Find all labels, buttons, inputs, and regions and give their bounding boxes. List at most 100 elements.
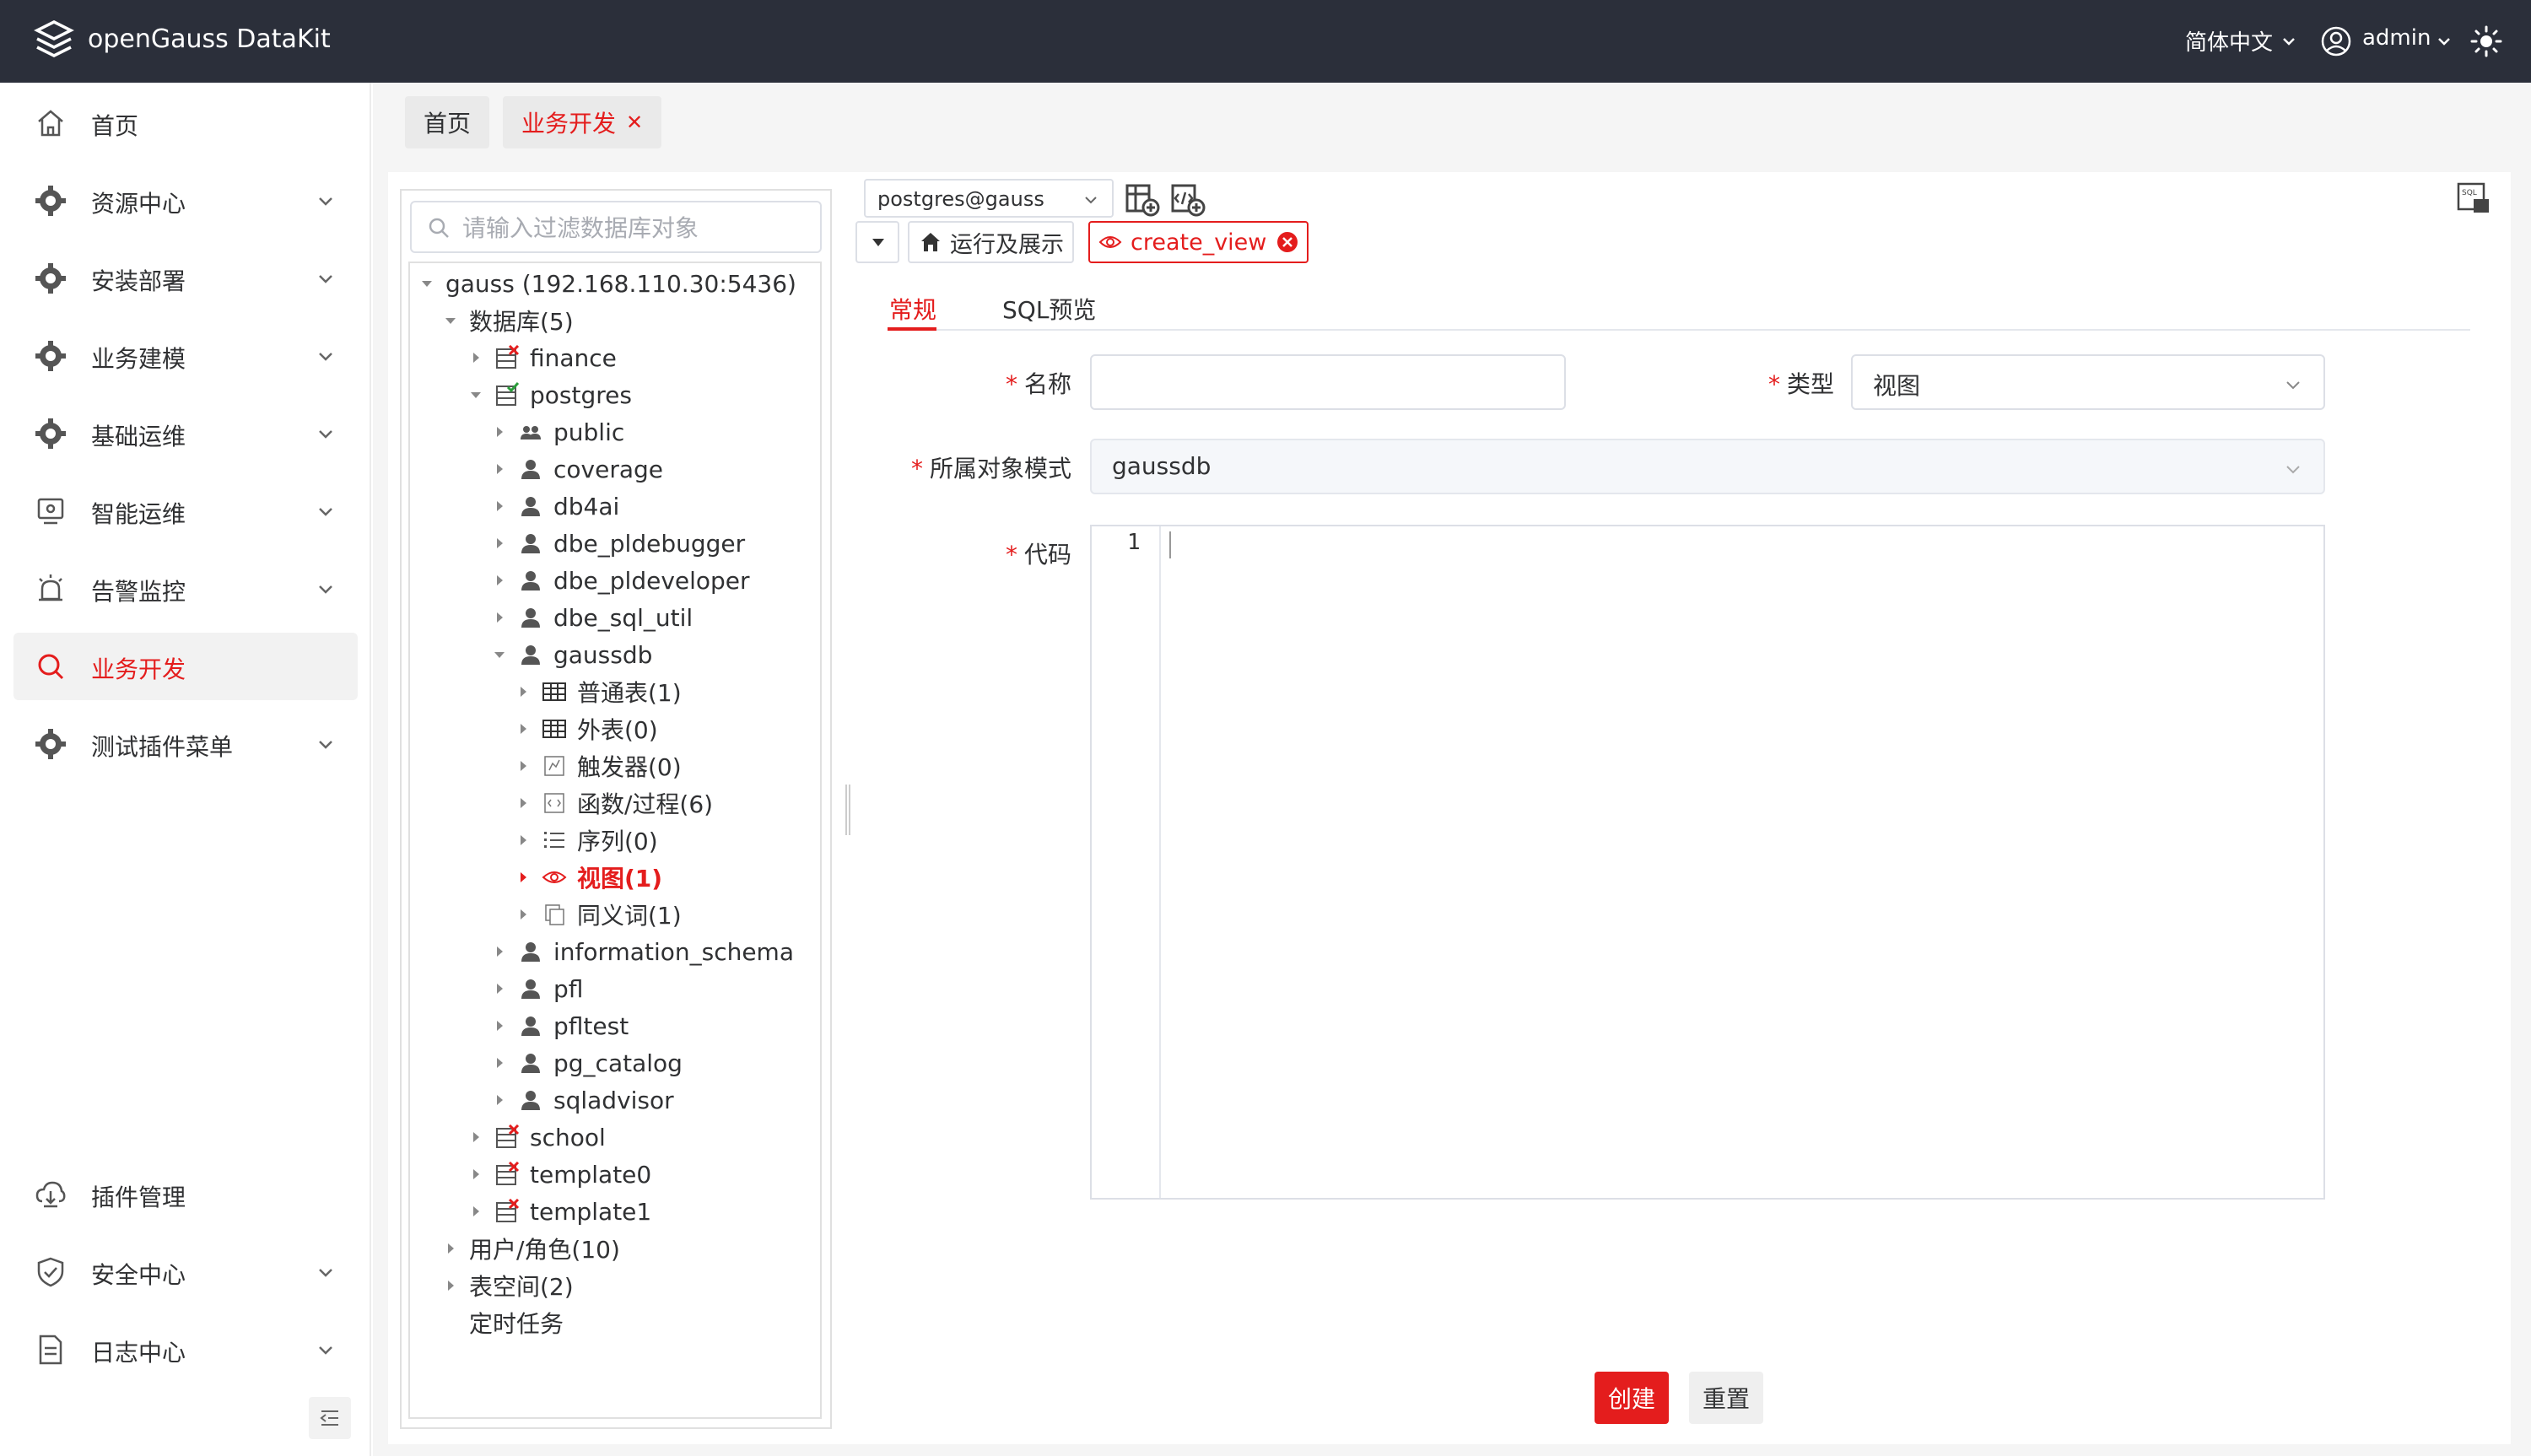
- theme-toggle-icon[interactable]: [2470, 25, 2502, 57]
- pane-splitter[interactable]: [845, 785, 850, 835]
- caret-right-icon[interactable]: [489, 422, 510, 442]
- tree-node[interactable]: coverage: [489, 452, 663, 486]
- sql-panel-icon[interactable]: SQL: [2455, 179, 2492, 216]
- tree-node[interactable]: 函数/过程(6): [513, 786, 713, 820]
- tree-node[interactable]: 序列(0): [513, 823, 658, 857]
- sidebar-item[interactable]: 智能运维: [13, 477, 358, 545]
- tab-menu-button[interactable]: [855, 221, 899, 263]
- user-menu[interactable]: admin: [2362, 25, 2431, 51]
- close-icon[interactable]: ✕: [626, 111, 643, 134]
- subtab-general[interactable]: 常规: [889, 292, 936, 326]
- sidebar-item[interactable]: 业务建模: [13, 322, 358, 390]
- sidebar-item[interactable]: 基础运维: [13, 400, 358, 467]
- code-editor[interactable]: 1: [1090, 525, 2325, 1200]
- sidebar-item[interactable]: 业务开发: [13, 633, 358, 700]
- tree-node[interactable]: pfltest: [489, 1009, 629, 1043]
- sidebar-item[interactable]: 资源中心: [13, 167, 358, 235]
- tab-business-dev[interactable]: 业务开发 ✕: [503, 96, 662, 148]
- tree-node[interactable]: 用户/角色(10): [440, 1232, 620, 1265]
- tree-node[interactable]: information_schema: [489, 935, 794, 968]
- new-code-icon[interactable]: [1168, 179, 1206, 218]
- caret-right-icon[interactable]: [489, 459, 510, 479]
- caret-right-icon[interactable]: [489, 1016, 510, 1036]
- tree-node-label: 数据库(5): [469, 308, 574, 336]
- tab-create-view[interactable]: create_view: [1088, 221, 1309, 263]
- sidebar-item[interactable]: 首页: [13, 89, 358, 157]
- tree-node[interactable]: sqladvisor: [489, 1083, 674, 1117]
- tree-node[interactable]: 定时任务: [440, 1306, 564, 1340]
- language-selector[interactable]: 简体中文: [2185, 25, 2273, 57]
- user-avatar-icon[interactable]: [2320, 25, 2352, 57]
- caret-right-icon[interactable]: [466, 348, 486, 368]
- tree-node[interactable]: gauss (192.168.110.30:5436): [417, 267, 796, 300]
- collapse-sidebar-button[interactable]: [309, 1397, 351, 1439]
- tree-node[interactable]: dbe_sql_util: [489, 601, 693, 634]
- tree-node[interactable]: gaussdb: [489, 638, 652, 671]
- tree-filter-input[interactable]: [462, 211, 808, 245]
- caret-right-icon[interactable]: [513, 793, 533, 813]
- tree-node[interactable]: template1: [466, 1194, 651, 1228]
- tree-node[interactable]: 数据库(5): [440, 304, 574, 337]
- close-icon[interactable]: [1276, 231, 1298, 253]
- caret-right-icon[interactable]: [489, 1090, 510, 1110]
- tree-node[interactable]: 外表(0): [513, 712, 658, 746]
- tree-node[interactable]: 视图(1): [513, 860, 662, 894]
- caret-right-icon[interactable]: [513, 867, 533, 887]
- tree-node[interactable]: pg_catalog: [489, 1046, 683, 1080]
- tree-filter-field[interactable]: [410, 201, 822, 253]
- caret-right-icon[interactable]: [489, 533, 510, 553]
- create-button[interactable]: 创建: [1595, 1372, 1669, 1424]
- tab-run-display[interactable]: 运行及展示: [908, 221, 1074, 263]
- caret-right-icon[interactable]: [513, 756, 533, 776]
- tree-node[interactable]: 同义词(1): [513, 898, 682, 931]
- sidebar-item[interactable]: 测试插件菜单: [13, 710, 358, 778]
- subtab-sql-preview[interactable]: SQL预览: [1002, 292, 1096, 326]
- tree-node[interactable]: public: [489, 415, 624, 449]
- reset-button[interactable]: 重置: [1689, 1372, 1763, 1424]
- search-icon: [38, 654, 64, 680]
- name-field[interactable]: [1090, 354, 1566, 410]
- caret-right-icon[interactable]: [489, 496, 510, 516]
- caret-right-icon[interactable]: [440, 1275, 461, 1296]
- new-query-icon[interactable]: [1122, 179, 1161, 218]
- sidebar-item[interactable]: 日志中心: [13, 1316, 358, 1383]
- caret-right-icon[interactable]: [466, 1127, 486, 1147]
- type-select[interactable]: 视图: [1851, 354, 2325, 410]
- sidebar-item[interactable]: 安全中心: [13, 1238, 358, 1306]
- tree-node[interactable]: dbe_pldebugger: [489, 526, 745, 560]
- tree-node[interactable]: 触发器(0): [513, 749, 682, 783]
- caret-down-icon[interactable]: [489, 644, 510, 665]
- caret-right-icon[interactable]: [513, 719, 533, 739]
- caret-right-icon[interactable]: [489, 1053, 510, 1073]
- tab-home[interactable]: 首页: [405, 96, 490, 148]
- tree-node[interactable]: postgres: [466, 378, 632, 412]
- caret-right-icon[interactable]: [489, 941, 510, 962]
- sidebar-item[interactable]: 安装部署: [13, 245, 358, 312]
- tree-node[interactable]: db4ai: [489, 489, 619, 523]
- caret-down-icon[interactable]: [417, 273, 437, 294]
- sidebar-item[interactable]: 插件管理: [13, 1161, 358, 1228]
- tree-node[interactable]: template0: [466, 1157, 651, 1191]
- caret-right-icon[interactable]: [489, 607, 510, 628]
- caret-right-icon[interactable]: [489, 570, 510, 590]
- tree-node[interactable]: 表空间(2): [440, 1269, 574, 1302]
- line-gutter: 1: [1092, 526, 1161, 1198]
- caret-right-icon[interactable]: [513, 830, 533, 850]
- caret-right-icon[interactable]: [489, 979, 510, 999]
- tree-node[interactable]: school: [466, 1120, 606, 1154]
- tree-node[interactable]: finance: [466, 341, 617, 375]
- tree-node[interactable]: dbe_pldeveloper: [489, 564, 750, 597]
- caret-right-icon[interactable]: [513, 682, 533, 702]
- caret-down-icon[interactable]: [440, 310, 461, 331]
- caret-right-icon[interactable]: [513, 904, 533, 925]
- sidebar-item[interactable]: 告警监控: [13, 555, 358, 623]
- schema-select[interactable]: gaussdb: [1090, 439, 2325, 494]
- caret-down-icon[interactable]: [466, 385, 486, 405]
- tree-node[interactable]: pfl: [489, 972, 583, 1006]
- connection-select[interactable]: postgres@gauss: [864, 179, 1114, 218]
- caret-right-icon[interactable]: [466, 1201, 486, 1221]
- tree-node[interactable]: 普通表(1): [513, 675, 682, 709]
- caret-right-icon[interactable]: [466, 1164, 486, 1184]
- tree-node-label: dbe_pldeveloper: [553, 566, 750, 595]
- caret-right-icon[interactable]: [440, 1238, 461, 1259]
